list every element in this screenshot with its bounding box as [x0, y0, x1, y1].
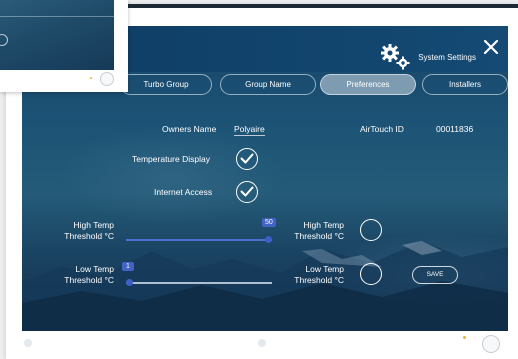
low-temp-value-badge: 1: [122, 262, 134, 271]
high-temp-toggle-label-line1: High Temp: [303, 220, 344, 230]
owners-name-label: Owners Name: [162, 124, 217, 134]
high-temp-slider-handle[interactable]: [265, 236, 272, 243]
background-window-screen: [0, 0, 114, 70]
divider: [0, 16, 114, 17]
internet-access-checkbox[interactable]: [236, 181, 258, 203]
checkmark-icon: [240, 153, 254, 164]
low-temp-toggle-label-line1: Low Temp: [305, 264, 344, 274]
airtouch-id-label: AirTouch ID: [360, 124, 404, 134]
internet-access-label: Internet Access: [154, 187, 213, 197]
low-temp-label-line2: Threshold °C: [64, 275, 114, 285]
camera-dot: [24, 339, 32, 347]
high-temp-toggle-label-line2: Threshold °C: [294, 231, 344, 241]
tab-installers[interactable]: Installers: [422, 74, 508, 95]
system-settings-heading: System Settings: [378, 42, 476, 72]
airtouch-id-value: 00011836: [436, 124, 474, 134]
owners-name-field[interactable]: Polyaire: [234, 124, 265, 136]
high-temp-slider[interactable]: [126, 236, 272, 243]
indicator-dot: [463, 336, 466, 339]
low-temp-slider-handle[interactable]: [126, 279, 133, 286]
high-temp-threshold-toggle[interactable]: [360, 219, 382, 241]
temperature-display-label: Temperature Display: [132, 154, 210, 164]
tablet-top-edge: [126, 4, 518, 8]
tab-preferences[interactable]: Preferences: [320, 74, 416, 95]
background-window-card: [0, 0, 128, 92]
low-temp-toggle-label-line2: Threshold °C: [294, 275, 344, 285]
home-button-icon[interactable]: [482, 335, 500, 353]
low-temp-threshold-toggle[interactable]: [360, 263, 382, 285]
save-button[interactable]: SAVE: [412, 266, 458, 284]
checkmark-icon: [240, 186, 254, 197]
gear-icon: [381, 44, 410, 70]
tab-turbo-group[interactable]: Turbo Group: [120, 74, 212, 95]
temperature-display-checkbox[interactable]: [236, 148, 258, 170]
high-temp-label-line1: High Temp: [73, 220, 114, 230]
high-temp-slider-fill: [126, 239, 272, 241]
sensor-dot: [258, 339, 266, 347]
tab-group-name[interactable]: Group Name: [220, 74, 316, 95]
chevron-right-icon: [0, 34, 8, 46]
low-temp-label-line1: Low Temp: [75, 264, 114, 274]
high-temp-value-badge: 50: [262, 218, 276, 227]
indicator-dot: [90, 77, 92, 79]
high-temp-label-line2: Threshold °C: [64, 231, 114, 241]
close-icon[interactable]: [482, 38, 500, 56]
low-temp-slider[interactable]: [126, 279, 272, 286]
system-settings-title: System Settings: [418, 52, 476, 62]
home-button-icon: [100, 72, 114, 86]
